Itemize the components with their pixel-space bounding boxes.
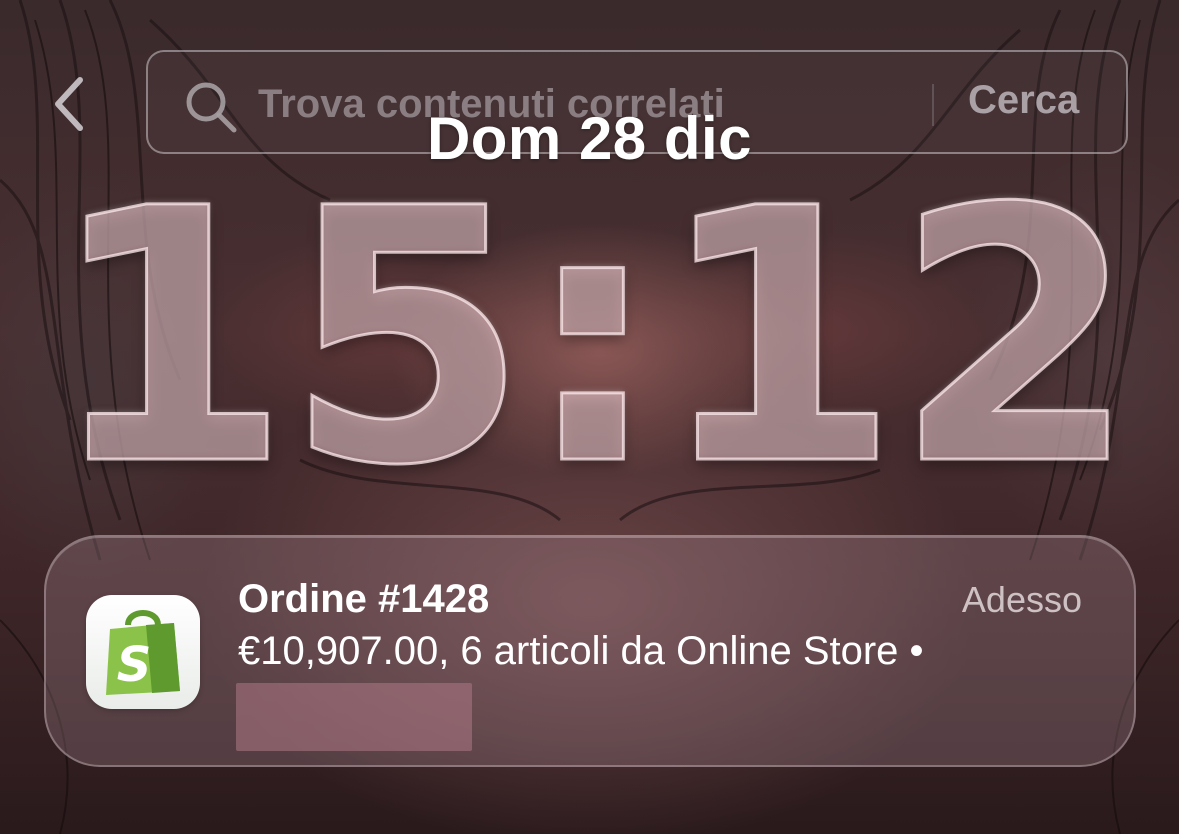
- redacted-text-block: [236, 683, 472, 751]
- notification-title: Ordine #1428: [238, 577, 490, 621]
- order-notification[interactable]: S Ordine #1428 Adesso €10,907.00, 6 arti…: [44, 535, 1136, 767]
- notification-body: €10,907.00, 6 articoli da Online Store •: [238, 629, 924, 673]
- notification-time: Adesso: [961, 579, 1082, 620]
- lockscreen-clock: 15:12: [46, 134, 1139, 542]
- svg-text:S: S: [117, 637, 152, 693]
- shopify-bag-icon: S: [86, 595, 200, 709]
